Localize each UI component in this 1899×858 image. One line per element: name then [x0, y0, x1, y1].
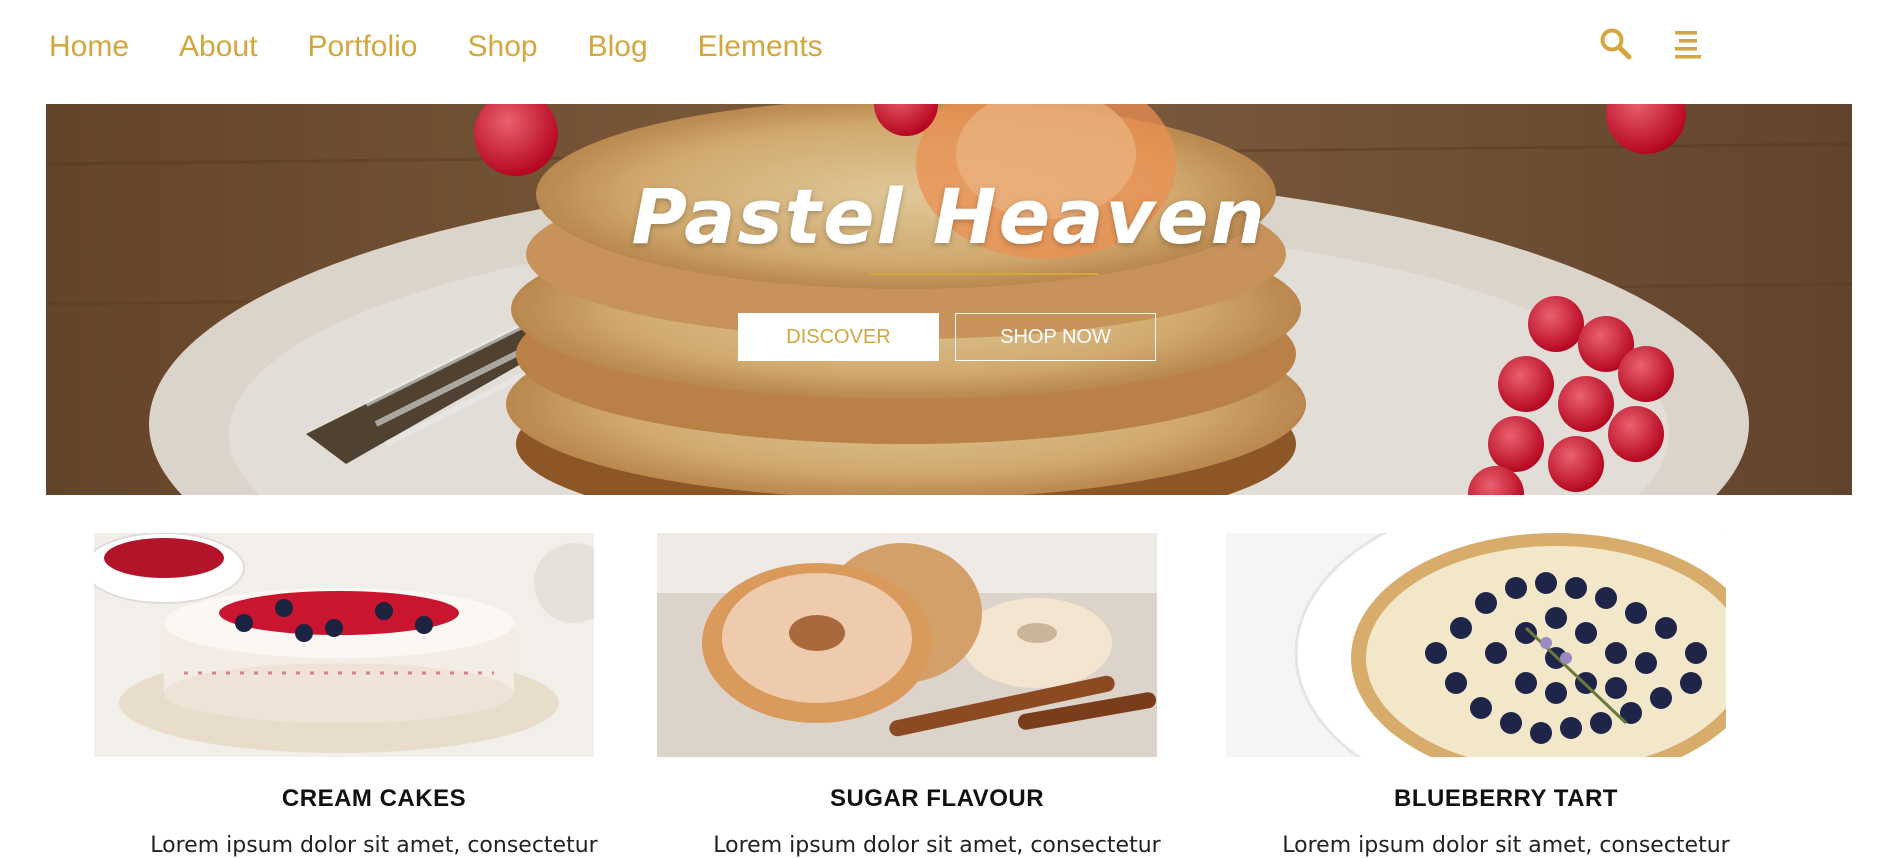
- nav-link-elements[interactable]: Elements: [698, 24, 823, 70]
- hero-title-underline: [869, 273, 1099, 275]
- nav-icons: [1598, 26, 1705, 62]
- cream-cake-image[interactable]: [94, 533, 594, 757]
- card-text: Lorem ipsum dolor sit amet, consectetur: [1282, 833, 1730, 858]
- card-title: SUGAR FLAVOUR: [829, 785, 1045, 812]
- discover-button[interactable]: DISCOVER: [738, 313, 939, 361]
- nav-link-blog[interactable]: Blog: [588, 24, 648, 70]
- search-icon[interactable]: [1598, 26, 1634, 62]
- hero-pancakes-image: [46, 104, 1852, 495]
- top-navigation: Home About Portfolio Shop Blog Elements: [0, 0, 1899, 100]
- hero-title: Pastel Heaven: [631, 172, 1267, 261]
- nav-link-home[interactable]: Home: [49, 24, 129, 70]
- card-text: Lorem ipsum dolor sit amet, consectetur: [713, 833, 1161, 858]
- card-title: BLUEBERRY TART: [1394, 785, 1618, 812]
- product-card-blueberry-tart[interactable]: BLUEBERRY TART Lorem ipsum dolor sit ame…: [1226, 533, 1730, 858]
- nav-link-shop[interactable]: Shop: [468, 24, 538, 70]
- hero-banner: Pastel Heaven DISCOVER SHOP NOW: [46, 104, 1852, 495]
- blueberry-tart-image[interactable]: [1226, 533, 1726, 757]
- donuts-image[interactable]: [657, 533, 1157, 757]
- nav-link-portfolio[interactable]: Portfolio: [307, 24, 417, 70]
- product-card-cream-cakes[interactable]: CREAM CAKES Lorem ipsum dolor sit amet, …: [94, 533, 598, 858]
- product-card-sugar-flavour[interactable]: SUGAR FLAVOUR Lorem ipsum dolor sit amet…: [657, 533, 1161, 858]
- shop-now-button[interactable]: SHOP NOW: [955, 313, 1156, 361]
- nav-links: Home About Portfolio Shop Blog Elements: [49, 24, 873, 70]
- card-text: Lorem ipsum dolor sit amet, consectetur: [150, 833, 598, 858]
- card-title: CREAM CAKES: [281, 785, 467, 812]
- menu-icon[interactable]: [1669, 26, 1705, 62]
- nav-link-about[interactable]: About: [179, 24, 257, 70]
